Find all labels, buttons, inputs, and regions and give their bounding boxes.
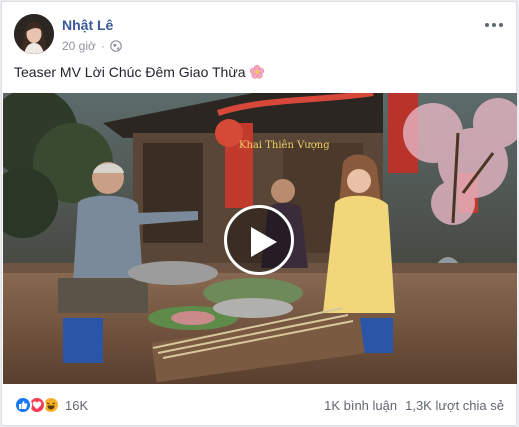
post-time[interactable]: 20 giờ [62, 39, 96, 53]
engagement-counts: 1K bình luận 1,3K lượt chia sẻ [324, 398, 504, 413]
share-count[interactable]: 1,3K lượt chia sẻ [405, 398, 504, 413]
post-meta: 20 giờ · [62, 39, 122, 53]
post-card: Nhật Lê 20 giờ · Teaser MV Lời Chúc Đêm … [1, 1, 517, 426]
more-options-icon[interactable] [484, 18, 504, 32]
cherry-blossom-icon [249, 64, 265, 80]
post-stats: 16K 1K bình luận 1,3K lượt chia sẻ [14, 394, 504, 416]
dot-separator: · [100, 39, 105, 53]
comment-count[interactable]: 1K bình luận [324, 398, 397, 413]
post-text: Teaser MV Lời Chúc Đêm Giao Thừa [14, 64, 265, 80]
reaction-count[interactable]: 16K [65, 398, 88, 413]
post-header: Nhật Lê 20 giờ · [14, 14, 504, 58]
video-player[interactable]: Khai Thiên Vượng [3, 93, 517, 384]
avatar[interactable] [14, 14, 54, 54]
reactions-summary[interactable]: 16K [14, 396, 88, 414]
scene-sign-text: Khai Thiên Vượng [239, 140, 330, 151]
like-icon [14, 396, 32, 414]
post-text-content: Teaser MV Lời Chúc Đêm Giao Thừa [14, 64, 246, 80]
author-name[interactable]: Nhật Lê [62, 17, 113, 33]
globe-icon[interactable] [110, 40, 122, 52]
play-icon[interactable] [224, 205, 294, 275]
